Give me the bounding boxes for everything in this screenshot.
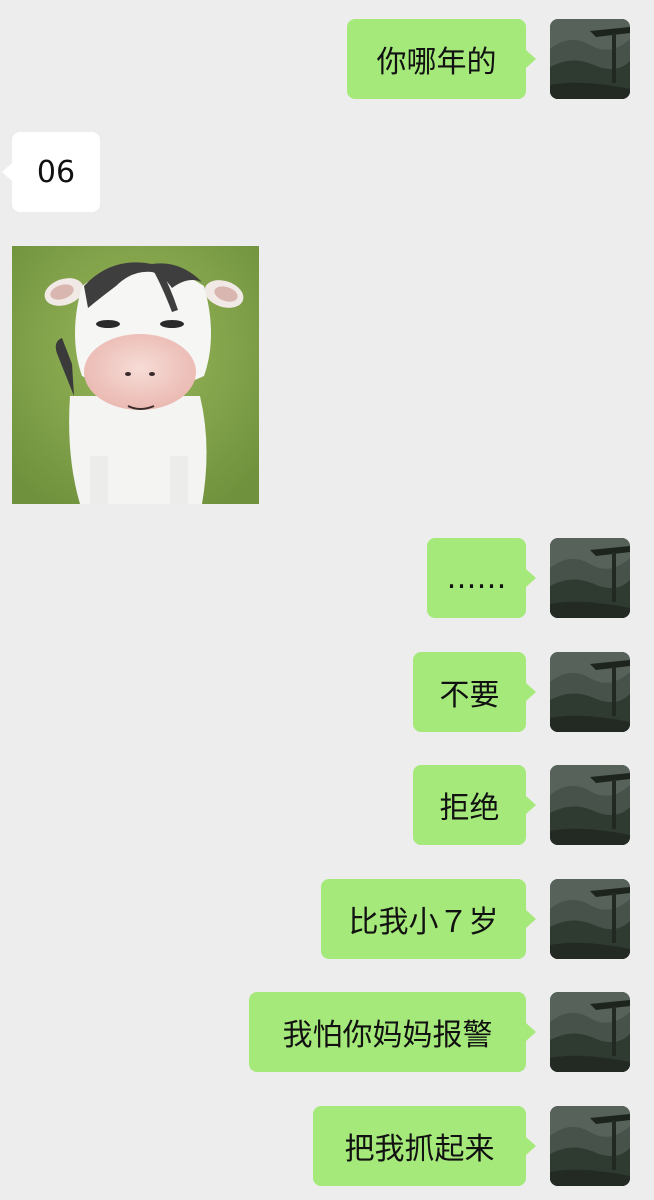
message-bubble-outgoing[interactable]: 我怕你妈妈报警 bbox=[249, 992, 526, 1072]
mountain-landscape-avatar-icon bbox=[550, 652, 630, 732]
cow-sticker-icon bbox=[12, 246, 259, 504]
message-bubble-outgoing[interactable]: 比我小７岁 bbox=[321, 879, 526, 959]
bubble-tail bbox=[526, 1023, 536, 1041]
message-bubble-incoming[interactable]: 06 bbox=[12, 132, 100, 212]
avatar[interactable] bbox=[550, 19, 630, 99]
avatar[interactable] bbox=[550, 652, 630, 732]
mountain-landscape-avatar-icon bbox=[550, 765, 630, 845]
message-bubble-outgoing[interactable]: …… bbox=[427, 538, 526, 618]
message-bubble-outgoing[interactable]: 你哪年的 bbox=[347, 19, 526, 99]
avatar[interactable] bbox=[550, 538, 630, 618]
message-bubble-outgoing[interactable]: 不要 bbox=[413, 652, 526, 732]
mountain-landscape-avatar-icon bbox=[550, 19, 630, 99]
mountain-landscape-avatar-icon bbox=[550, 879, 630, 959]
bubble-tail bbox=[526, 910, 536, 928]
avatar[interactable] bbox=[550, 765, 630, 845]
bubble-tail bbox=[526, 569, 536, 587]
bubble-tail bbox=[526, 50, 536, 68]
avatar[interactable] bbox=[550, 879, 630, 959]
mountain-landscape-avatar-icon bbox=[550, 538, 630, 618]
bubble-tail bbox=[2, 163, 12, 181]
chat-conversation: 你哪年的 06 …… 不要 拒绝 比我小７岁 我怕你妈妈报警 把我抓起来 bbox=[0, 0, 654, 1200]
mountain-landscape-avatar-icon bbox=[550, 992, 630, 1072]
mountain-landscape-avatar-icon bbox=[550, 1106, 630, 1186]
bubble-tail bbox=[526, 1137, 536, 1155]
message-bubble-outgoing[interactable]: 拒绝 bbox=[413, 765, 526, 845]
message-bubble-outgoing[interactable]: 把我抓起来 bbox=[313, 1106, 526, 1186]
bubble-tail bbox=[526, 796, 536, 814]
avatar[interactable] bbox=[550, 992, 630, 1072]
bubble-tail bbox=[526, 683, 536, 701]
avatar[interactable] bbox=[550, 1106, 630, 1186]
cow-face-sticker[interactable] bbox=[12, 246, 259, 504]
